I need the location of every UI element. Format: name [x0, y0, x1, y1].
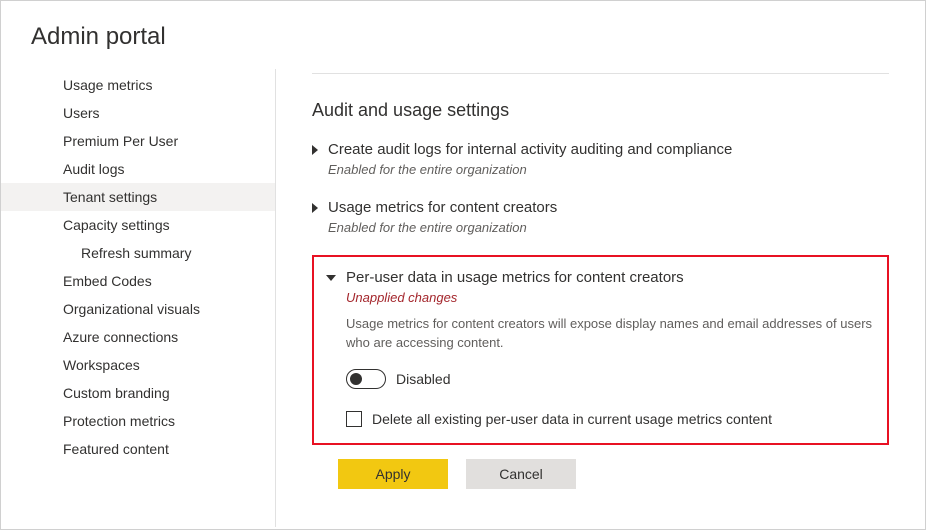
sidebar-item-embed-codes[interactable]: Embed Codes	[1, 267, 275, 295]
setting-usage-metrics[interactable]: Usage metrics for content creators Enabl…	[312, 197, 889, 235]
setting-audit-logs[interactable]: Create audit logs for internal activity …	[312, 139, 889, 177]
sidebar-item-custom-branding[interactable]: Custom branding	[1, 379, 275, 407]
setting-title: Per-user data in usage metrics for conte…	[346, 267, 875, 288]
section-title: Audit and usage settings	[312, 100, 889, 121]
setting-status: Enabled for the entire organization	[328, 220, 557, 235]
checkbox-label: Delete all existing per-user data in cur…	[372, 411, 772, 427]
sidebar-item-users[interactable]: Users	[1, 99, 275, 127]
setting-status: Enabled for the entire organization	[328, 162, 732, 177]
sidebar-item-azure-connections[interactable]: Azure connections	[1, 323, 275, 351]
sidebar-item-workspaces[interactable]: Workspaces	[1, 351, 275, 379]
setting-title: Usage metrics for content creators	[328, 197, 557, 218]
toggle-label: Disabled	[396, 371, 450, 387]
sidebar-item-protection-metrics[interactable]: Protection metrics	[1, 407, 275, 435]
sidebar-item-capacity-settings[interactable]: Capacity settings	[1, 211, 275, 239]
setting-per-user-data[interactable]: Per-user data in usage metrics for conte…	[326, 267, 875, 427]
sidebar-item-premium-per-user[interactable]: Premium Per User	[1, 127, 275, 155]
setting-description: Usage metrics for content creators will …	[346, 315, 875, 353]
sidebar-item-refresh-summary[interactable]: Refresh summary	[1, 239, 275, 267]
cancel-button[interactable]: Cancel	[466, 459, 576, 489]
checkbox-row: Delete all existing per-user data in cur…	[346, 411, 875, 427]
caret-down-icon	[326, 275, 336, 281]
divider	[312, 73, 889, 74]
main-content: Audit and usage settings Create audit lo…	[276, 69, 925, 527]
caret-right-icon	[312, 145, 318, 155]
page-title: Admin portal	[1, 1, 925, 69]
setting-title: Create audit logs for internal activity …	[328, 139, 732, 160]
sidebar-item-featured-content[interactable]: Featured content	[1, 435, 275, 463]
delete-data-checkbox[interactable]	[346, 411, 362, 427]
button-row: Apply Cancel	[312, 459, 889, 489]
sidebar-item-organizational-visuals[interactable]: Organizational visuals	[1, 295, 275, 323]
sidebar: Usage metricsUsersPremium Per UserAudit …	[1, 69, 276, 527]
unapplied-changes-label: Unapplied changes	[346, 290, 875, 305]
disabled-toggle[interactable]	[346, 369, 386, 389]
sidebar-item-usage-metrics[interactable]: Usage metrics	[1, 71, 275, 99]
toggle-knob-icon	[350, 373, 362, 385]
apply-button[interactable]: Apply	[338, 459, 448, 489]
sidebar-item-tenant-settings[interactable]: Tenant settings	[1, 183, 275, 211]
caret-right-icon	[312, 203, 318, 213]
expanded-setting-box: Per-user data in usage metrics for conte…	[312, 255, 889, 445]
toggle-row: Disabled	[346, 369, 875, 389]
sidebar-item-audit-logs[interactable]: Audit logs	[1, 155, 275, 183]
